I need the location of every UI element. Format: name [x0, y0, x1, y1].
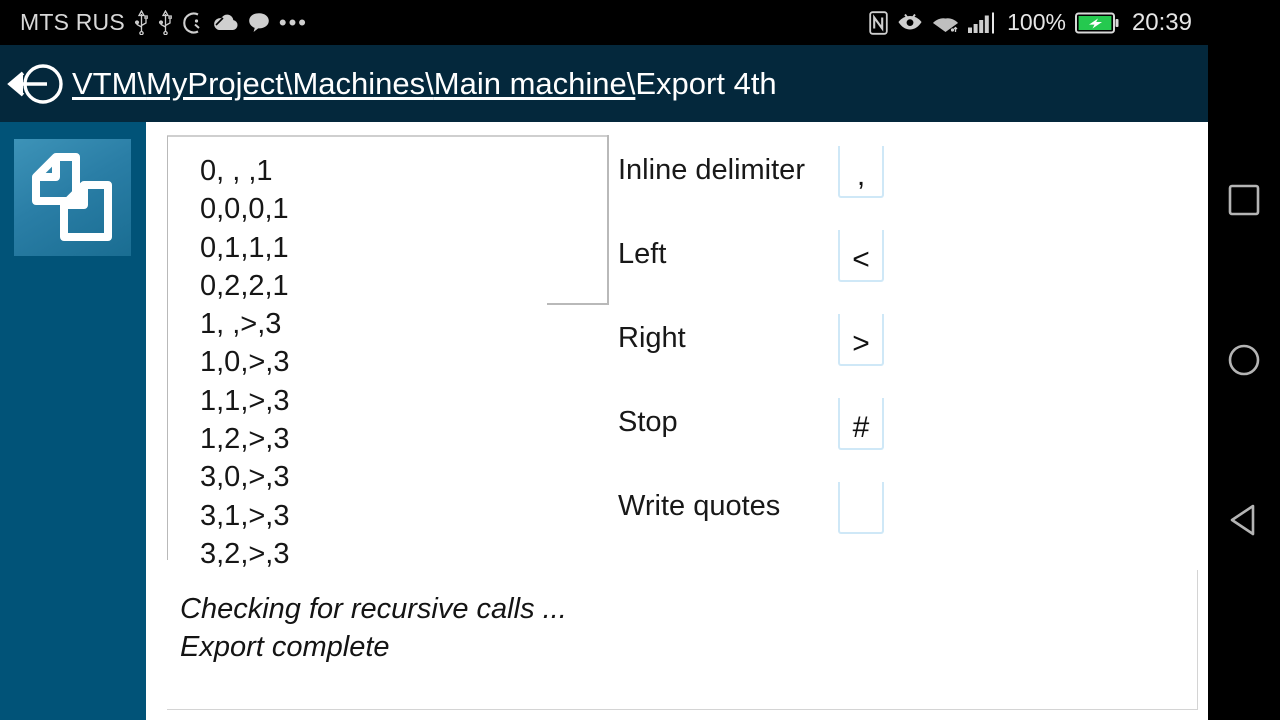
left-value: <	[852, 243, 870, 276]
tape-line: 0, , ,1	[200, 155, 273, 187]
eye-care-icon	[898, 13, 922, 29]
field-label-stop: Stop	[618, 406, 678, 438]
left-input[interactable]: <	[838, 230, 884, 282]
export-preview-lines: 0, , ,1 0,0,0,1 0,1,1,1 0,2,2,1 1, ,>,3 …	[200, 152, 610, 573]
back-button-nav[interactable]	[1223, 499, 1265, 541]
right-value: >	[852, 327, 870, 360]
more-dots-icon: •••	[278, 9, 309, 35]
log-line: Checking for recursive calls ...	[180, 593, 567, 625]
export-log-lines: Checking for recursive calls ... Export …	[180, 590, 567, 666]
android-nav-bar	[1208, 0, 1280, 720]
battery-charging-icon	[1074, 12, 1119, 33]
field-left: Left <	[616, 228, 1216, 312]
tape-line: 0,1,1,1	[200, 231, 289, 264]
breadcrumb: VTM\ MyProject\ Machines\ Main machine\ …	[72, 66, 777, 102]
alarm-icon	[183, 11, 200, 34]
export-preview-textarea[interactable]: 0, , ,1 0,0,0,1 0,1,1,1 0,2,2,1 1, ,>,3 …	[167, 136, 609, 570]
recents-square-icon	[1228, 184, 1260, 216]
status-bar-right-group: 100% 20:39	[869, 9, 1208, 37]
clock-label: 20:39	[1131, 8, 1192, 36]
tape-line: 3,1,>,3	[200, 499, 290, 532]
field-inline-delimiter: Inline delimiter ,	[616, 144, 1216, 228]
recents-button[interactable]	[1223, 179, 1265, 221]
tape-line: 0,2,2,1	[200, 269, 289, 302]
android-status-bar: MTS RUS ••• 100% 20:39	[0, 0, 1208, 45]
tape-line: 0,0,0,1	[200, 193, 289, 226]
breadcrumb-item-main-machine[interactable]: Main machine\	[434, 66, 636, 102]
home-circle-icon	[1228, 344, 1260, 376]
field-right: Right >	[616, 312, 1216, 396]
write-quotes-input[interactable]	[838, 482, 884, 534]
field-label-write-quotes: Write quotes	[618, 490, 781, 522]
tape-line: 1, ,>,3	[200, 308, 282, 341]
tape-line: 1,2,>,3	[200, 423, 290, 456]
tape-line: 1,1,>,3	[200, 384, 290, 417]
wifi-icon	[933, 17, 959, 32]
usb-icon	[158, 10, 172, 35]
back-button[interactable]	[0, 45, 72, 122]
nfc-icon	[869, 10, 888, 35]
stop-input[interactable]: #	[838, 398, 884, 450]
field-write-quotes: Write quotes	[616, 480, 1216, 564]
content-area: 0, , ,1 0,0,0,1 0,1,1,1 0,2,2,1 1, ,>,3 …	[146, 122, 1208, 720]
field-label-right: Right	[618, 322, 686, 354]
breadcrumb-item-vtm[interactable]: VTM\	[72, 66, 146, 102]
tape-line: 1,0,>,3	[200, 346, 290, 379]
stop-value: #	[852, 411, 870, 444]
message-icon	[249, 13, 269, 32]
export-log-panel: Checking for recursive calls ... Export …	[167, 570, 1198, 710]
tape-line: 3,2,>,3	[200, 537, 290, 570]
device-screen: MTS RUS ••• 100% 20:39 VTM\ MyProject\ M…	[0, 0, 1280, 720]
tape-line: 3,0,>,3	[200, 461, 290, 494]
copy-documents-icon[interactable]	[14, 139, 131, 256]
back-triangle-icon	[1230, 504, 1255, 536]
sidebar	[0, 122, 146, 720]
inline-delimiter-value: ,	[856, 159, 866, 192]
signal-icon	[968, 12, 995, 33]
carrier-label: MTS RUS	[20, 9, 125, 35]
field-stop: Stop #	[616, 396, 1216, 480]
back-arrow-icon	[7, 63, 63, 104]
home-button[interactable]	[1223, 339, 1265, 381]
battery-percent-label: 100%	[1007, 9, 1066, 35]
right-input[interactable]: >	[838, 314, 884, 366]
app-title-bar: VTM\ MyProject\ Machines\ Main machine\ …	[0, 45, 1208, 122]
usb-icon	[134, 10, 148, 35]
inline-delimiter-input[interactable]: ,	[838, 146, 884, 198]
field-label-left: Left	[618, 238, 667, 270]
status-bar-left-group: MTS RUS •••	[0, 9, 308, 36]
breadcrumb-item-machines[interactable]: Machines\	[292, 66, 433, 102]
field-label-inline-delimiter: Inline delimiter	[618, 154, 805, 186]
cloud-icon	[214, 14, 238, 30]
export-settings-form: Inline delimiter , Left < Right > Stop #…	[616, 144, 1216, 564]
breadcrumb-item-current: Export 4th	[635, 65, 777, 101]
app-body: 0, , ,1 0,0,0,1 0,1,1,1 0,2,2,1 1, ,>,3 …	[0, 122, 1208, 720]
log-line: Export complete	[180, 631, 390, 663]
breadcrumb-item-myproject[interactable]: MyProject\	[146, 66, 292, 102]
